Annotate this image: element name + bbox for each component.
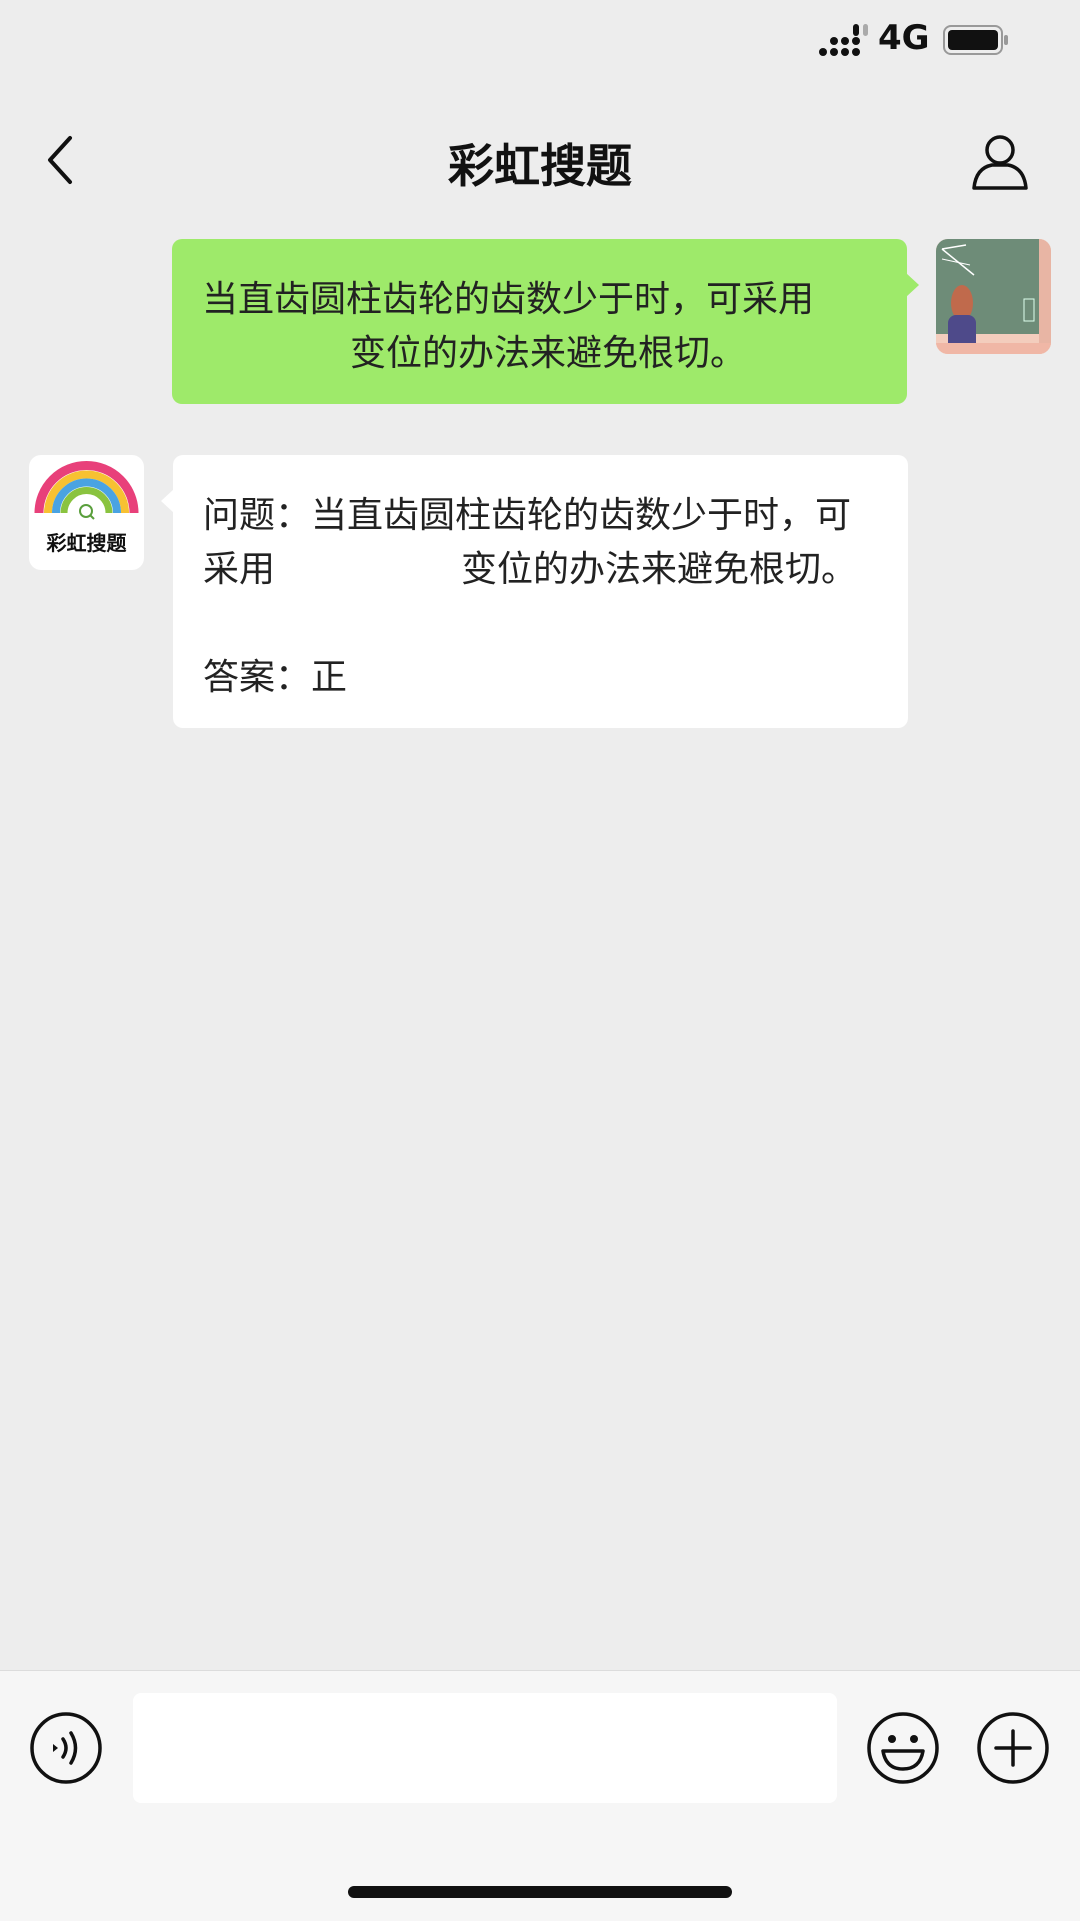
emoji-icon[interactable]: [866, 1711, 940, 1785]
sent-message-bubble[interactable]: 当直齿圆柱齿轮的齿数少于时，可采用 变位的办法来避免根切。: [172, 239, 919, 404]
status-bar: 4G: [0, 0, 1080, 80]
question-line2-end: 变位的办法来避免根切。: [461, 549, 858, 590]
sent-message-line1: 当直齿圆柱齿轮的齿数少于时，可采用: [202, 279, 815, 320]
voice-icon[interactable]: [29, 1711, 103, 1785]
user-avatar-image: [936, 239, 1051, 354]
answer-text: 答案：正: [203, 657, 348, 698]
input-bar: [0, 1670, 1080, 1921]
rainbow-logo-icon: [34, 461, 139, 520]
bot-avatar[interactable]: 彩虹搜题: [29, 455, 144, 570]
user-avatar[interactable]: [936, 239, 1051, 354]
nav-bar: 彩虹搜题: [0, 110, 1080, 210]
question-line2-start: 采用: [203, 549, 276, 590]
plus-icon[interactable]: [976, 1711, 1050, 1785]
page-title: 彩虹搜题: [448, 139, 632, 193]
battery-icon: [943, 25, 1008, 55]
network-label: 4G: [878, 18, 930, 58]
question-line1: 问题：当直齿圆柱齿轮的齿数少于时，可: [203, 495, 852, 536]
bot-avatar-label: 彩虹搜题: [46, 531, 127, 555]
home-indicator[interactable]: [348, 1886, 732, 1898]
signal-icon: [819, 24, 868, 56]
person-icon[interactable]: [968, 130, 1032, 194]
sent-message-line2: 变位的办法来避免根切。: [350, 333, 747, 374]
question-line2: 采用 变位的办法来避免根切。: [203, 543, 878, 597]
received-message-bubble[interactable]: 问题：当直齿圆柱齿轮的齿数少于时，可 采用 变位的办法来避免根切。 答案：正: [161, 455, 908, 728]
message-input[interactable]: [133, 1693, 837, 1803]
